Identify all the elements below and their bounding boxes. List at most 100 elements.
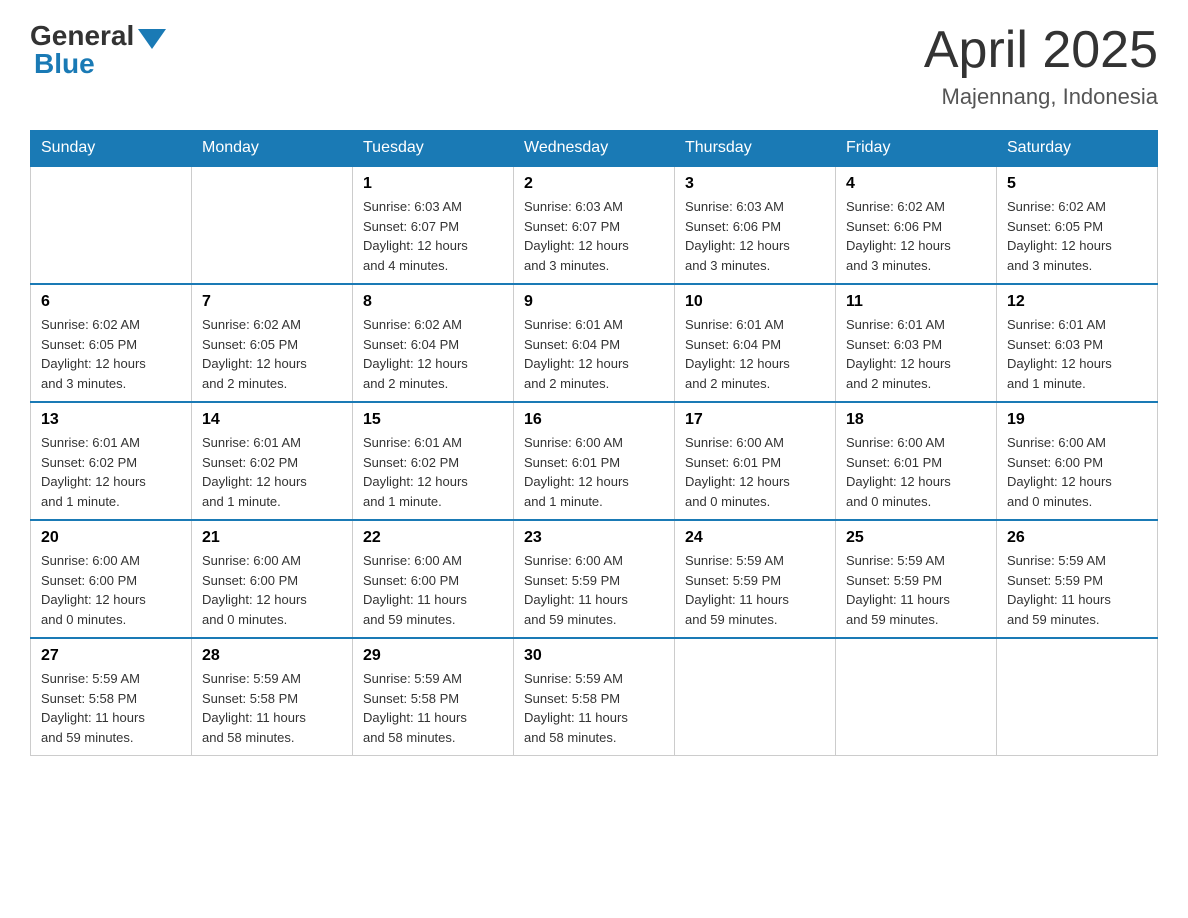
calendar-week-row: 20 Sunrise: 6:00 AMSunset: 6:00 PMDayligh… bbox=[31, 520, 1158, 638]
calendar-cell bbox=[836, 638, 997, 756]
calendar-cell bbox=[675, 638, 836, 756]
calendar-table: SundayMondayTuesdayWednesdayThursdayFrid… bbox=[30, 130, 1158, 756]
calendar-week-row: 27Sunrise: 5:59 AMSunset: 5:58 PMDayligh… bbox=[31, 638, 1158, 756]
day-number: 10 bbox=[685, 293, 825, 311]
day-info: Sunrise: 6:00 AMSunset: 6:01 PMDaylight:… bbox=[524, 433, 664, 511]
day-number: 28 bbox=[202, 647, 342, 665]
day-info: Sunrise: 6:01 AMSunset: 6:02 PMDaylight:… bbox=[363, 433, 503, 511]
day-info: Sunrise: 6:01 AMSunset: 6:03 PMDaylight:… bbox=[1007, 315, 1147, 393]
calendar-cell: 8 Sunrise: 6:02 AMSunset: 6:04 PMDaylight… bbox=[353, 284, 514, 402]
day-info: Sunrise: 6:00 AMSunset: 6:00 PMDaylight:… bbox=[363, 551, 503, 629]
calendar-header-cell: Wednesday bbox=[514, 131, 675, 167]
day-info: Sunrise: 6:01 AMSunset: 6:02 PMDaylight:… bbox=[41, 433, 181, 511]
page-header: General Blue April 2025 Majennang, Indon… bbox=[30, 20, 1158, 110]
calendar-header-row: SundayMondayTuesdayWednesdayThursdayFrid… bbox=[31, 131, 1158, 167]
calendar-cell: 16 Sunrise: 6:00 AMSunset: 6:01 PMDayligh… bbox=[514, 402, 675, 520]
calendar-cell: 10 Sunrise: 6:01 AMSunset: 6:04 PMDayligh… bbox=[675, 284, 836, 402]
calendar-cell: 25 Sunrise: 5:59 AMSunset: 5:59 PMDayligh… bbox=[836, 520, 997, 638]
day-number: 20 bbox=[41, 529, 181, 547]
day-info: Sunrise: 6:03 AMSunset: 6:07 PMDaylight:… bbox=[524, 197, 664, 275]
day-info: Sunrise: 6:02 AMSunset: 6:05 PMDaylight:… bbox=[41, 315, 181, 393]
day-info: Sunrise: 6:01 AMSunset: 6:02 PMDaylight:… bbox=[202, 433, 342, 511]
day-number: 26 bbox=[1007, 529, 1147, 547]
day-number: 9 bbox=[524, 293, 664, 311]
day-info: Sunrise: 5:59 AMSunset: 5:58 PMDaylight:… bbox=[524, 669, 664, 747]
day-number: 7 bbox=[202, 293, 342, 311]
calendar-cell: 26 Sunrise: 5:59 AMSunset: 5:59 PMDayligh… bbox=[997, 520, 1158, 638]
day-number: 12 bbox=[1007, 293, 1147, 311]
calendar-header-cell: Saturday bbox=[997, 131, 1158, 167]
day-info: Sunrise: 5:59 AMSunset: 5:58 PMDaylight:… bbox=[202, 669, 342, 747]
calendar-cell: 15 Sunrise: 6:01 AMSunset: 6:02 PMDayligh… bbox=[353, 402, 514, 520]
day-number: 3 bbox=[685, 175, 825, 193]
day-number: 30 bbox=[524, 647, 664, 665]
calendar-header-cell: Friday bbox=[836, 131, 997, 167]
day-number: 2 bbox=[524, 175, 664, 193]
day-info: Sunrise: 5:59 AMSunset: 5:59 PMDaylight:… bbox=[846, 551, 986, 629]
calendar-cell: 6 Sunrise: 6:02 AMSunset: 6:05 PMDaylight… bbox=[31, 284, 192, 402]
day-number: 11 bbox=[846, 293, 986, 311]
calendar-cell: 14 Sunrise: 6:01 AMSunset: 6:02 PMDayligh… bbox=[192, 402, 353, 520]
calendar-cell: 30 Sunrise: 5:59 AMSunset: 5:58 PMDayligh… bbox=[514, 638, 675, 756]
calendar-cell: 22 Sunrise: 6:00 AMSunset: 6:00 PMDayligh… bbox=[353, 520, 514, 638]
calendar-cell: 23Sunrise: 6:00 AMSunset: 5:59 PMDayligh… bbox=[514, 520, 675, 638]
calendar-cell: 5Sunrise: 6:02 AMSunset: 6:05 PMDaylight… bbox=[997, 166, 1158, 284]
day-info: Sunrise: 6:03 AMSunset: 6:07 PMDaylight:… bbox=[363, 197, 503, 275]
day-number: 29 bbox=[363, 647, 503, 665]
day-number: 24 bbox=[685, 529, 825, 547]
day-info: Sunrise: 6:02 AMSunset: 6:05 PMDaylight:… bbox=[202, 315, 342, 393]
calendar-cell: 3 Sunrise: 6:03 AMSunset: 6:06 PMDaylight… bbox=[675, 166, 836, 284]
day-number: 6 bbox=[41, 293, 181, 311]
calendar-cell: 7 Sunrise: 6:02 AMSunset: 6:05 PMDaylight… bbox=[192, 284, 353, 402]
day-info: Sunrise: 6:02 AMSunset: 6:04 PMDaylight:… bbox=[363, 315, 503, 393]
calendar-cell: 19Sunrise: 6:00 AMSunset: 6:00 PMDayligh… bbox=[997, 402, 1158, 520]
title-area: April 2025 Majennang, Indonesia bbox=[924, 20, 1158, 110]
day-number: 4 bbox=[846, 175, 986, 193]
calendar-cell: 12 Sunrise: 6:01 AMSunset: 6:03 PMDayligh… bbox=[997, 284, 1158, 402]
day-info: Sunrise: 6:00 AMSunset: 6:00 PMDaylight:… bbox=[202, 551, 342, 629]
calendar-header-cell: Sunday bbox=[31, 131, 192, 167]
day-info: Sunrise: 6:01 AMSunset: 6:03 PMDaylight:… bbox=[846, 315, 986, 393]
day-info: Sunrise: 5:59 AMSunset: 5:59 PMDaylight:… bbox=[1007, 551, 1147, 629]
day-number: 8 bbox=[363, 293, 503, 311]
calendar-cell: 11 Sunrise: 6:01 AMSunset: 6:03 PMDayligh… bbox=[836, 284, 997, 402]
day-number: 14 bbox=[202, 411, 342, 429]
calendar-cell: 18Sunrise: 6:00 AMSunset: 6:01 PMDayligh… bbox=[836, 402, 997, 520]
day-info: Sunrise: 6:00 AMSunset: 6:01 PMDaylight:… bbox=[685, 433, 825, 511]
day-number: 22 bbox=[363, 529, 503, 547]
calendar-header-cell: Thursday bbox=[675, 131, 836, 167]
day-info: Sunrise: 6:03 AMSunset: 6:06 PMDaylight:… bbox=[685, 197, 825, 275]
day-number: 1 bbox=[363, 175, 503, 193]
calendar-cell: 29 Sunrise: 5:59 AMSunset: 5:58 PMDayligh… bbox=[353, 638, 514, 756]
day-number: 16 bbox=[524, 411, 664, 429]
calendar-week-row: 13Sunrise: 6:01 AMSunset: 6:02 PMDayligh… bbox=[31, 402, 1158, 520]
calendar-cell: 21Sunrise: 6:00 AMSunset: 6:00 PMDayligh… bbox=[192, 520, 353, 638]
day-info: Sunrise: 6:02 AMSunset: 6:06 PMDaylight:… bbox=[846, 197, 986, 275]
logo-blue-text: Blue bbox=[34, 48, 95, 80]
calendar-cell: 17 Sunrise: 6:00 AMSunset: 6:01 PMDayligh… bbox=[675, 402, 836, 520]
day-info: Sunrise: 6:01 AMSunset: 6:04 PMDaylight:… bbox=[524, 315, 664, 393]
day-info: Sunrise: 6:00 AMSunset: 6:01 PMDaylight:… bbox=[846, 433, 986, 511]
calendar-week-row: 6 Sunrise: 6:02 AMSunset: 6:05 PMDaylight… bbox=[31, 284, 1158, 402]
day-number: 17 bbox=[685, 411, 825, 429]
day-number: 23 bbox=[524, 529, 664, 547]
calendar-cell: 9 Sunrise: 6:01 AMSunset: 6:04 PMDaylight… bbox=[514, 284, 675, 402]
calendar-cell: 2 Sunrise: 6:03 AMSunset: 6:07 PMDaylight… bbox=[514, 166, 675, 284]
calendar-cell: 1 Sunrise: 6:03 AMSunset: 6:07 PMDaylight… bbox=[353, 166, 514, 284]
calendar-body: 1 Sunrise: 6:03 AMSunset: 6:07 PMDaylight… bbox=[31, 166, 1158, 756]
day-info: Sunrise: 6:01 AMSunset: 6:04 PMDaylight:… bbox=[685, 315, 825, 393]
calendar-cell bbox=[997, 638, 1158, 756]
calendar-header-cell: Tuesday bbox=[353, 131, 514, 167]
calendar-cell: 27Sunrise: 5:59 AMSunset: 5:58 PMDayligh… bbox=[31, 638, 192, 756]
calendar-cell: 28 Sunrise: 5:59 AMSunset: 5:58 PMDayligh… bbox=[192, 638, 353, 756]
logo-triangle-icon bbox=[138, 29, 166, 49]
calendar-cell bbox=[192, 166, 353, 284]
calendar-week-row: 1 Sunrise: 6:03 AMSunset: 6:07 PMDaylight… bbox=[31, 166, 1158, 284]
calendar-cell: 24Sunrise: 5:59 AMSunset: 5:59 PMDayligh… bbox=[675, 520, 836, 638]
day-number: 15 bbox=[363, 411, 503, 429]
day-number: 25 bbox=[846, 529, 986, 547]
day-number: 19 bbox=[1007, 411, 1147, 429]
day-info: Sunrise: 5:59 AMSunset: 5:58 PMDaylight:… bbox=[363, 669, 503, 747]
location-text: Majennang, Indonesia bbox=[924, 84, 1158, 110]
calendar-cell: 13Sunrise: 6:01 AMSunset: 6:02 PMDayligh… bbox=[31, 402, 192, 520]
